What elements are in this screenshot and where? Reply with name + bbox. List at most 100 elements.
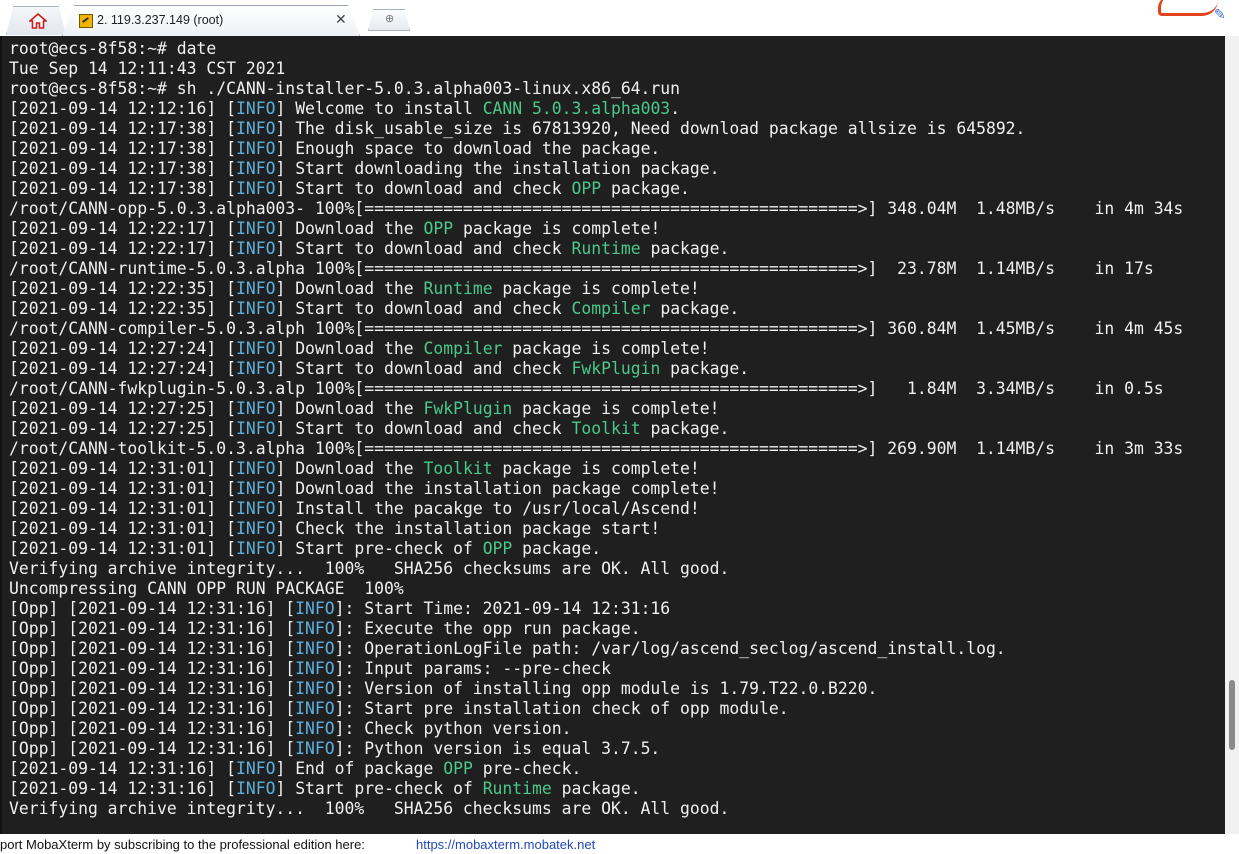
line-text: Verifying archive integrity... 100% SHA2… <box>9 559 730 578</box>
terminal-line: /root/CANN-toolkit-5.0.3.alpha 100%[====… <box>9 439 1227 459</box>
terminal-line: [2021-09-14 12:31:01] [INFO] Download th… <box>9 479 1227 499</box>
line-text: /root/CANN-opp-5.0.3.alpha003- 100%[====… <box>9 199 1184 218</box>
line-text: /root/CANN-runtime-5.0.3.alpha 100%[====… <box>9 259 1154 278</box>
terminal-line: [Opp] [2021-09-14 12:31:16] [INFO]: Star… <box>9 599 1227 619</box>
line-text: package. <box>551 779 641 798</box>
log-level-tag: INFO <box>235 139 276 158</box>
terminal-line: [2021-09-14 12:17:38] [INFO] The disk_us… <box>9 119 1227 139</box>
terminal-line: [2021-09-14 12:12:16] [INFO] Welcome to … <box>9 99 1227 119</box>
log-level-tag: INFO <box>295 679 335 698</box>
status-message: port MobaXterm by subscribing to the pro… <box>0 837 365 852</box>
log-level-tag: INFO <box>235 759 276 778</box>
line-text: root@ecs-8f58:~# date <box>9 39 217 58</box>
terminal-line: /root/CANN-runtime-5.0.3.alpha 100%[====… <box>9 259 1227 279</box>
log-level-tag: INFO <box>235 179 276 198</box>
log-level-tag: INFO <box>295 719 335 738</box>
terminal-line: Tue Sep 14 12:11:43 CST 2021 <box>9 59 1227 79</box>
tab-session[interactable]: 2. 119.3.237.149 (root) ✕ <box>62 5 360 36</box>
line-text: ] Start to download and check <box>275 359 572 378</box>
highlighted-term: FwkPlugin <box>423 399 513 418</box>
terminal-scrollbar[interactable] <box>1225 36 1239 834</box>
line-text: ] Enough space to download the package. <box>275 139 661 158</box>
terminal-line: [2021-09-14 12:31:16] [INFO] Start pre-c… <box>9 779 1227 799</box>
log-level-tag: INFO <box>235 119 276 138</box>
log-level-tag: INFO <box>235 459 276 478</box>
terminal-line: [2021-09-14 12:22:35] [INFO] Download th… <box>9 279 1227 299</box>
line-text: ] Download the installation package comp… <box>275 479 720 498</box>
line-text: [Opp] [2021-09-14 12:31:16] [ <box>9 599 296 618</box>
line-text: [Opp] [2021-09-14 12:31:16] [ <box>9 739 296 758</box>
line-text: package is complete! <box>512 399 720 418</box>
highlighted-term: CANN 5.0.3.alpha003 <box>482 99 671 118</box>
line-text: [Opp] [2021-09-14 12:31:16] [ <box>9 639 296 658</box>
terminal-line: [2021-09-14 12:27:25] [INFO] Download th… <box>9 399 1227 419</box>
line-text: ] Download the <box>275 219 424 238</box>
line-text: Tue Sep 14 12:11:43 CST 2021 <box>9 59 286 78</box>
terminal-line: [2021-09-14 12:27:24] [INFO] Download th… <box>9 339 1227 359</box>
log-level-tag: INFO <box>295 599 335 618</box>
line-text: [2021-09-14 12:17:38] [ <box>9 139 236 158</box>
terminal-session-icon <box>79 14 93 28</box>
terminal-line: [2021-09-14 12:31:01] [INFO] Check the i… <box>9 519 1227 539</box>
line-text: ] Download the <box>275 279 424 298</box>
terminal-line: [Opp] [2021-09-14 12:31:16] [INFO]: Chec… <box>9 719 1227 739</box>
terminal-line: Verifying archive integrity... 100% SHA2… <box>9 799 1227 819</box>
line-text: ] Start to download and check <box>275 179 572 198</box>
line-text: [Opp] [2021-09-14 12:31:16] [ <box>9 699 296 718</box>
log-level-tag: INFO <box>235 99 276 118</box>
line-text: [2021-09-14 12:17:38] [ <box>9 119 236 138</box>
tab-bar: 2. 119.3.237.149 (root) ✕ ⊕ ✎ <box>0 0 1239 37</box>
line-text: Uncompressing CANN OPP RUN PACKAGE 100% <box>9 579 404 598</box>
line-text: . <box>670 99 681 118</box>
terminal-line: root@ecs-8f58:~# date <box>9 39 1227 59</box>
close-icon[interactable]: ✕ <box>335 11 347 28</box>
log-level-tag: INFO <box>235 499 276 518</box>
line-text: ]: Python version is equal 3.7.5. <box>334 739 661 758</box>
line-text: /root/CANN-fwkplugin-5.0.3.alp 100%[====… <box>9 379 1164 398</box>
line-text: [Opp] [2021-09-14 12:31:16] [ <box>9 659 296 678</box>
line-text: [2021-09-14 12:31:01] [ <box>9 499 236 518</box>
highlighted-term: Runtime <box>571 239 641 258</box>
line-text: [2021-09-14 12:12:16] [ <box>9 99 236 118</box>
line-text: package. <box>640 239 730 258</box>
line-text: ] Download the <box>275 399 424 418</box>
terminal-line: /root/CANN-opp-5.0.3.alpha003- 100%[====… <box>9 199 1227 219</box>
terminal-text: root@ecs-8f58:~# date Tue Sep 14 12:11:43… <box>2 36 1227 819</box>
terminal-line: [2021-09-14 12:22:35] [INFO] Start to do… <box>9 299 1227 319</box>
mobatek-link[interactable]: https://mobaxterm.mobatek.net <box>416 837 595 852</box>
terminal-line: [2021-09-14 12:17:38] [INFO] Enough spac… <box>9 139 1227 159</box>
log-level-tag: INFO <box>235 159 276 178</box>
line-text: [2021-09-14 12:27:25] [ <box>9 399 236 418</box>
line-text: package is complete! <box>492 279 700 298</box>
line-text: package. <box>640 419 730 438</box>
line-text: [2021-09-14 12:31:01] [ <box>9 479 236 498</box>
terminal-line: [2021-09-14 12:31:01] [INFO] Start pre-c… <box>9 539 1227 559</box>
log-level-tag: INFO <box>235 359 276 378</box>
log-level-tag: INFO <box>235 339 276 358</box>
terminal-line: [2021-09-14 12:17:38] [INFO] Start to do… <box>9 179 1227 199</box>
line-text: ] Welcome to install <box>275 99 483 118</box>
scrollbar-thumb[interactable] <box>1229 680 1235 750</box>
line-text: ] Start to download and check <box>275 419 572 438</box>
line-text: [Opp] [2021-09-14 12:31:16] [ <box>9 619 296 638</box>
tab-title: 2. 119.3.237.149 (root) <box>97 13 224 27</box>
home-tab[interactable] <box>6 6 66 35</box>
terminal-line: /root/CANN-fwkplugin-5.0.3.alp 100%[====… <box>9 379 1227 399</box>
terminal-line: [Opp] [2021-09-14 12:31:16] [INFO]: Exec… <box>9 619 1227 639</box>
highlighted-term: OPP <box>571 179 602 198</box>
new-tab-button[interactable]: ⊕ <box>368 9 410 31</box>
line-text: package. <box>660 359 750 378</box>
highlighted-term: Compiler <box>423 339 503 358</box>
terminal-line: [Opp] [2021-09-14 12:31:16] [INFO]: Pyth… <box>9 739 1227 759</box>
line-text: [2021-09-14 12:31:16] [ <box>9 779 236 798</box>
line-text: ]: Input params: --pre-check <box>334 659 611 678</box>
line-text: [2021-09-14 12:17:38] [ <box>9 179 236 198</box>
terminal-line: [2021-09-14 12:27:24] [INFO] Start to do… <box>9 359 1227 379</box>
terminal-output[interactable]: root@ecs-8f58:~# date Tue Sep 14 12:11:43… <box>0 36 1227 834</box>
highlighted-term: Toolkit <box>571 419 641 438</box>
line-text: Verifying archive integrity... 100% SHA2… <box>9 799 730 818</box>
line-text: [2021-09-14 12:22:35] [ <box>9 299 236 318</box>
line-text: [2021-09-14 12:22:17] [ <box>9 219 236 238</box>
terminal-line: [2021-09-14 12:22:17] [INFO] Start to do… <box>9 239 1227 259</box>
terminal-line: [2021-09-14 12:31:01] [INFO] Download th… <box>9 459 1227 479</box>
